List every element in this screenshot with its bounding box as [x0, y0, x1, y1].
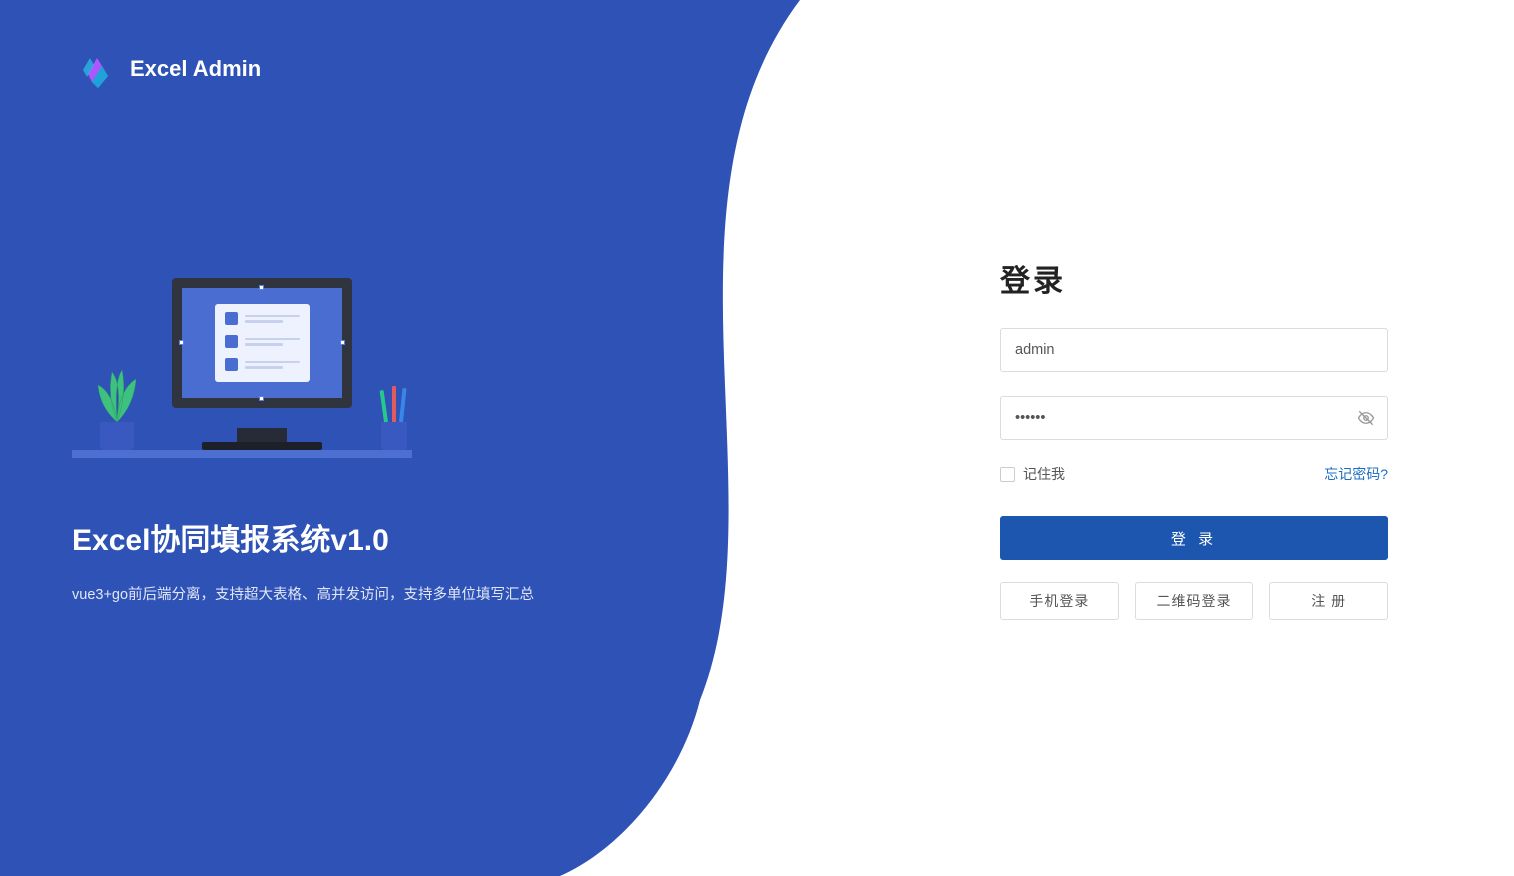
login-title: 登录	[1000, 256, 1388, 300]
promo-text-area: Excel协同填报系统v1.0 vue3+go前后端分离，支持超大表格、高并发访…	[72, 515, 534, 604]
forgot-password-link[interactable]: 忘记密码?	[1324, 464, 1388, 484]
password-input[interactable]	[1000, 396, 1388, 440]
remember-me-label: 记住我	[1023, 464, 1065, 484]
login-panel: 登录 记住我 忘记密码? 登 录	[874, 0, 1514, 876]
remember-me-checkbox[interactable]	[1000, 467, 1015, 482]
brand-logo-area: Excel Admin	[78, 50, 261, 88]
form-options-row: 记住我 忘记密码?	[1000, 464, 1388, 484]
promo-subtitle: vue3+go前后端分离，支持超大表格、高并发访问，支持多单位填写汇总	[72, 583, 534, 604]
qrcode-login-button[interactable]: 二维码登录	[1135, 582, 1254, 620]
login-submit-button[interactable]: 登 录	[1000, 516, 1388, 560]
alt-login-buttons: 手机登录 二维码登录 注 册	[1000, 582, 1388, 620]
brand-logo-icon	[78, 50, 116, 88]
illustration	[72, 278, 412, 478]
password-wrap	[1000, 396, 1388, 440]
remember-me-wrap[interactable]: 记住我	[1000, 464, 1065, 484]
phone-login-button[interactable]: 手机登录	[1000, 582, 1119, 620]
brand-name: Excel Admin	[130, 56, 261, 82]
username-wrap	[1000, 328, 1388, 372]
username-input[interactable]	[1000, 328, 1388, 372]
promo-title: Excel协同填报系统v1.0	[72, 515, 534, 559]
login-form: 登录 记住我 忘记密码? 登 录	[1000, 256, 1388, 620]
toggle-password-visibility-icon[interactable]	[1356, 408, 1376, 428]
register-button[interactable]: 注 册	[1269, 582, 1388, 620]
